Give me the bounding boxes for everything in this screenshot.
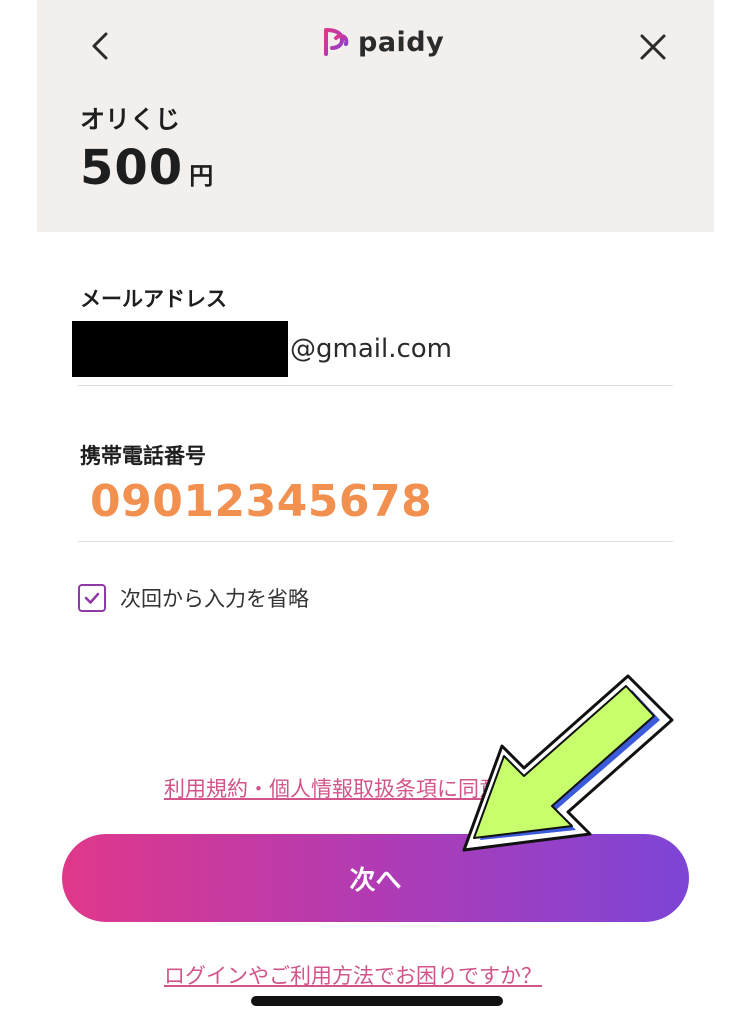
remember-label: 次回から入力を省略 [120, 587, 309, 611]
email-label: メールアドレス [80, 287, 227, 311]
phone-field[interactable]: 09012345678 [90, 476, 432, 527]
home-indicator [251, 996, 503, 1006]
phone-label: 携帯電話番号 [80, 444, 206, 468]
amount-value: 500 [80, 140, 184, 196]
currency-unit: 円 [189, 162, 214, 190]
order-amount: 500 円 [80, 140, 213, 196]
chevron-left-icon [92, 32, 108, 60]
back-button[interactable] [84, 28, 120, 64]
checkmark-icon [84, 592, 100, 604]
paidy-logo-icon [324, 28, 349, 56]
remember-checkbox-row[interactable]: 次回から入力を省略 [78, 583, 309, 613]
close-button[interactable] [634, 28, 672, 66]
help-link[interactable]: ログインやご利用方法でお困りですか？ [164, 960, 542, 990]
phone-underline [78, 541, 673, 542]
merchant-name: オリくじ [80, 105, 181, 134]
email-redaction [72, 321, 288, 377]
logo-text: paidy [358, 26, 445, 58]
payment-page: paidy オリくじ 500 円 メールアドレス @gmail.com 携帯電話… [0, 0, 751, 1024]
terms-link[interactable]: 利用規約・個人情報取扱条項に同意して [164, 773, 541, 803]
close-icon [640, 34, 666, 60]
email-field[interactable]: @gmail.com [72, 321, 452, 377]
email-underline [78, 385, 673, 386]
next-button[interactable]: 次へ [62, 834, 689, 922]
email-domain: @gmail.com [290, 334, 453, 364]
remember-checkbox[interactable] [78, 584, 106, 612]
paidy-logo: paidy [320, 26, 444, 58]
